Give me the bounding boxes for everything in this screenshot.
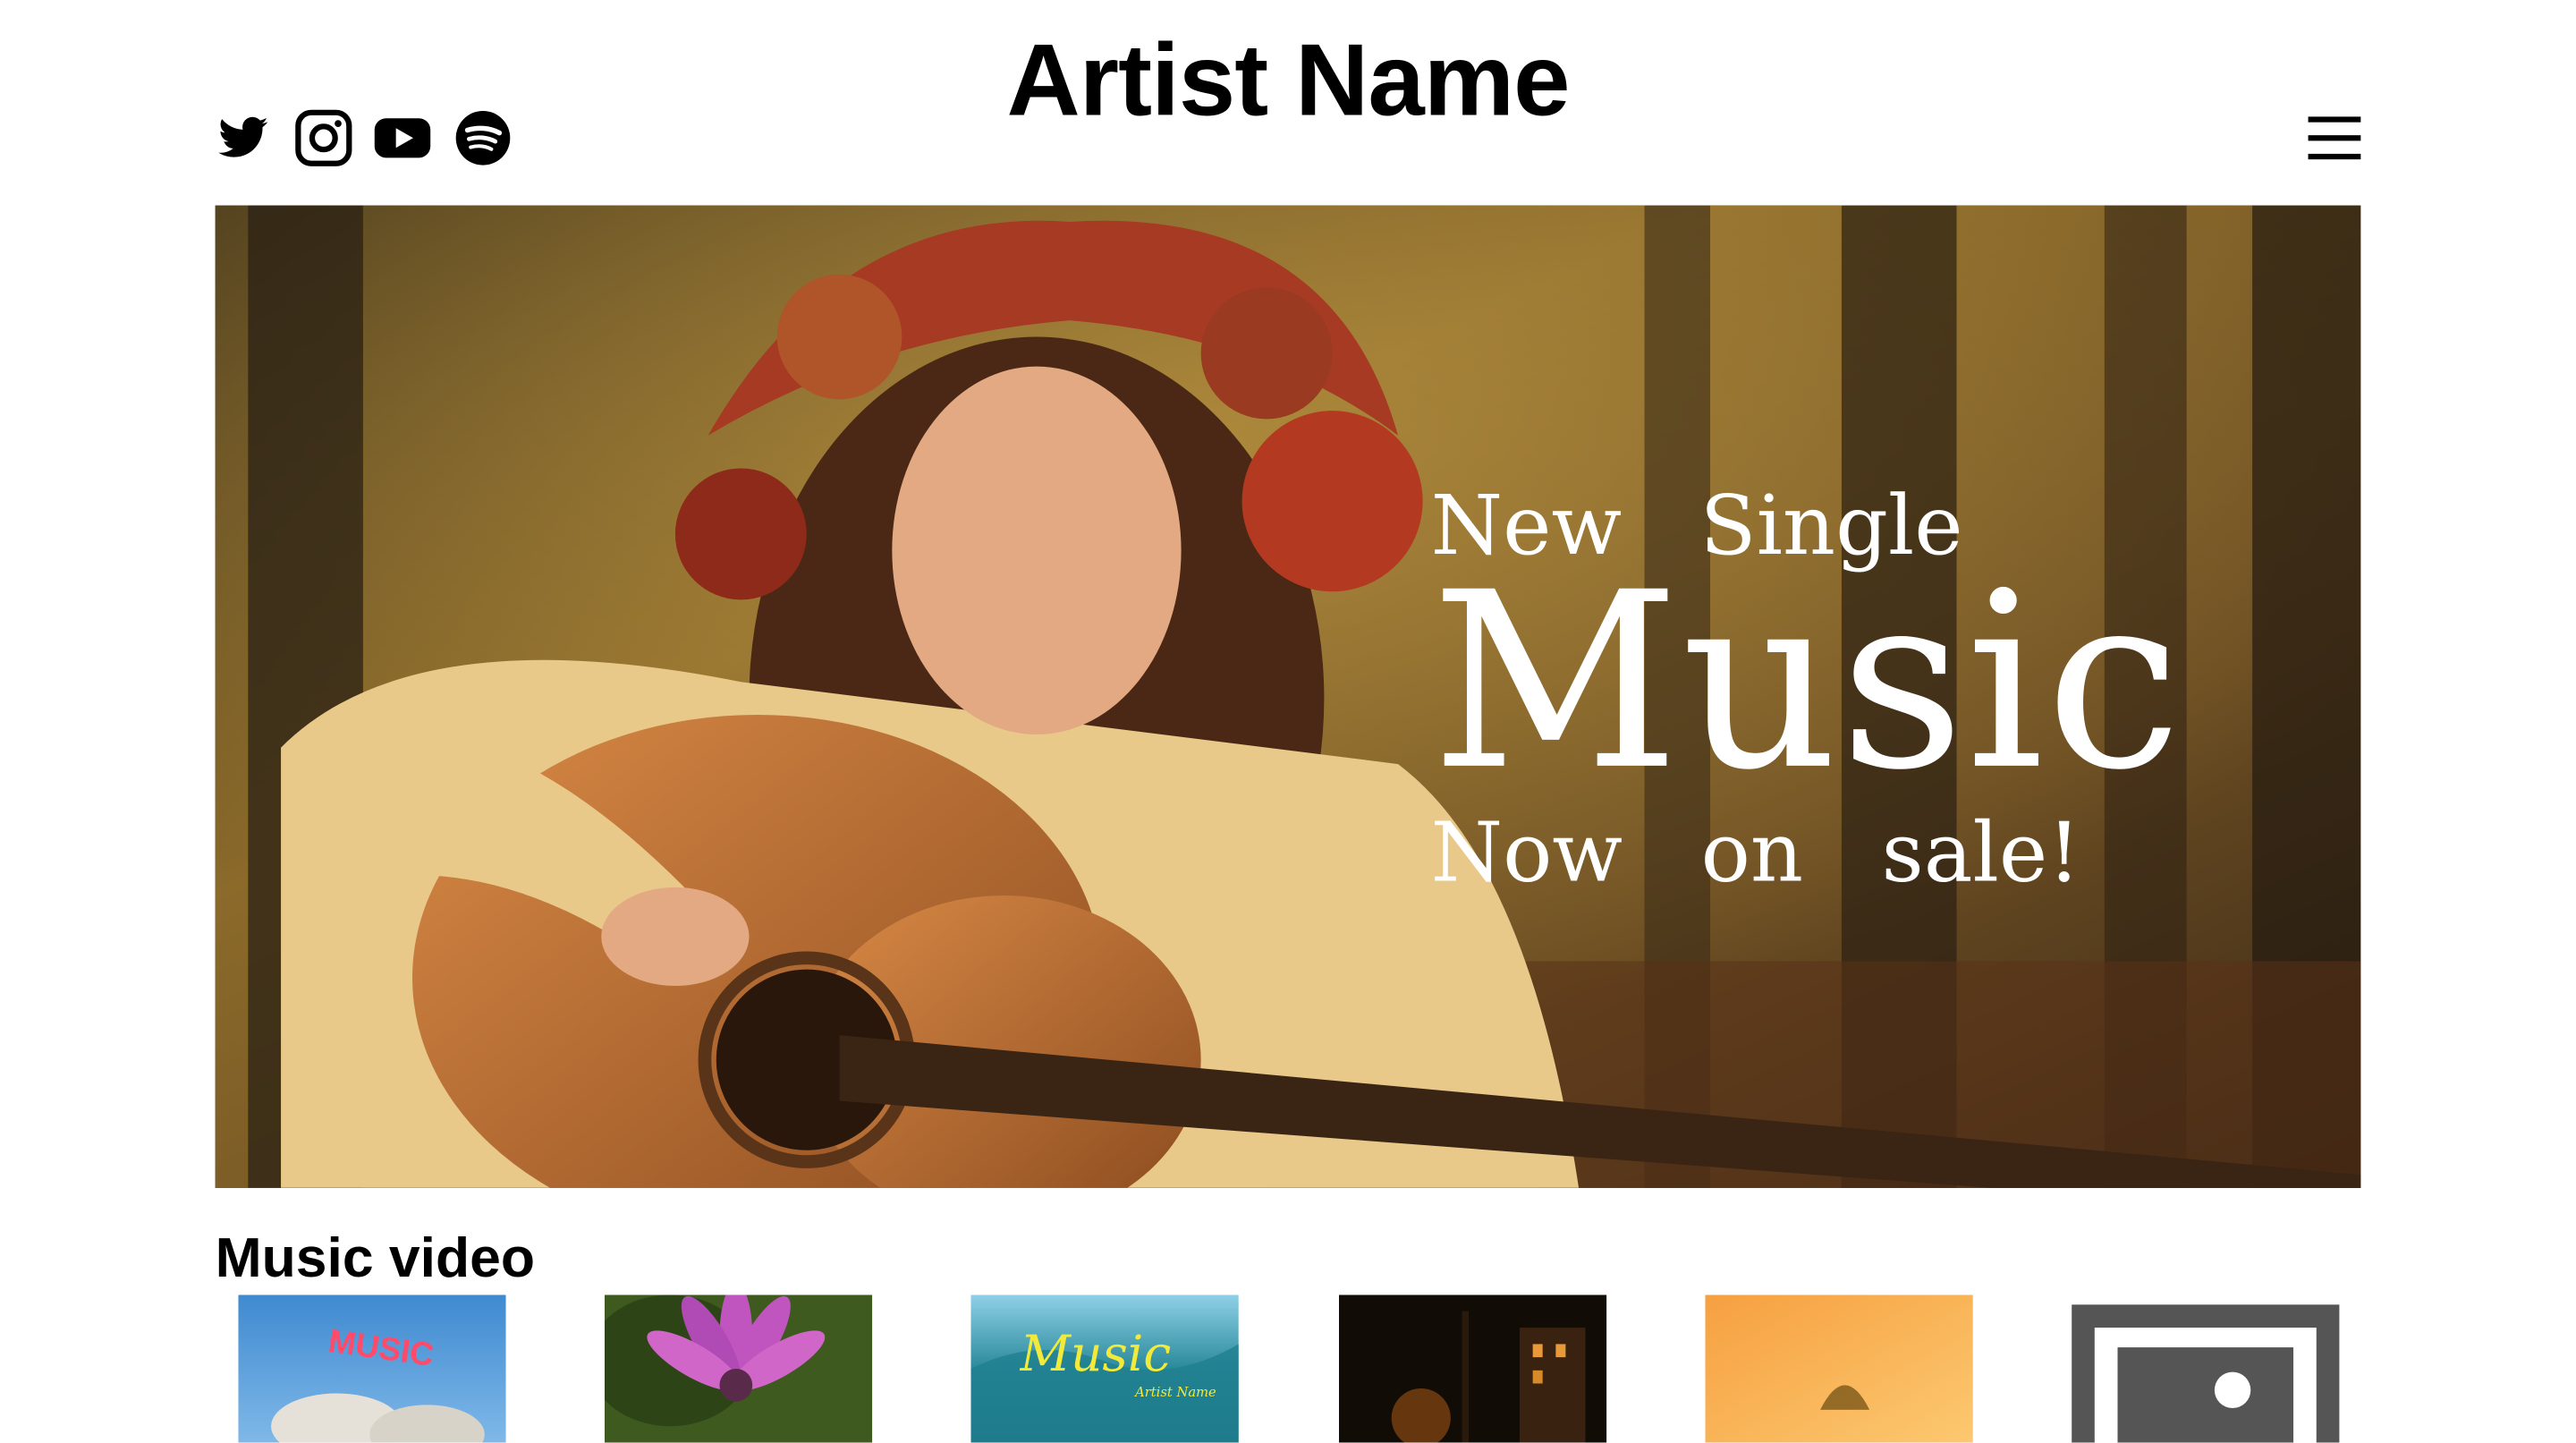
video-thumbnail-image: [604, 1294, 873, 1443]
hamburger-menu-icon: [2308, 116, 2361, 160]
video-thumbnail-label: Music: [1020, 1325, 1172, 1382]
video-thumbnail-image: [1338, 1294, 1607, 1443]
video-thumbnail[interactable]: MUSIC: [238, 1294, 506, 1443]
site-header: Artist Name: [0, 0, 2576, 206]
image-placeholder-icon: [2072, 1294, 2340, 1443]
video-thumbnail-image: Music Artist Name: [970, 1294, 1239, 1443]
video-thumbnail-image: [1705, 1294, 1973, 1443]
hero-banner[interactable]: New Single Music Now on sale!: [215, 205, 2361, 1188]
video-thumbnail[interactable]: [604, 1294, 873, 1443]
video-thumbnail-sublabel: Artist Name: [1133, 1385, 1216, 1400]
music-video-heading: Music video: [215, 1227, 536, 1290]
video-thumbnail[interactable]: [2072, 1294, 2340, 1443]
hero-subtitle-now-on-sale: Now on sale!: [1430, 804, 2081, 901]
site-title[interactable]: Artist Name: [0, 20, 2576, 145]
video-thumbnail[interactable]: [1705, 1294, 1973, 1443]
music-video-list: MUSIC Music Artist Name: [0, 1294, 2576, 1443]
hero-title-music: Music: [1430, 540, 2184, 824]
video-thumbnail-image: MUSIC: [238, 1294, 506, 1443]
menu-button[interactable]: [2305, 108, 2364, 167]
video-thumbnail[interactable]: Music Artist Name: [970, 1294, 1239, 1443]
video-thumbnail[interactable]: [1338, 1294, 1607, 1443]
